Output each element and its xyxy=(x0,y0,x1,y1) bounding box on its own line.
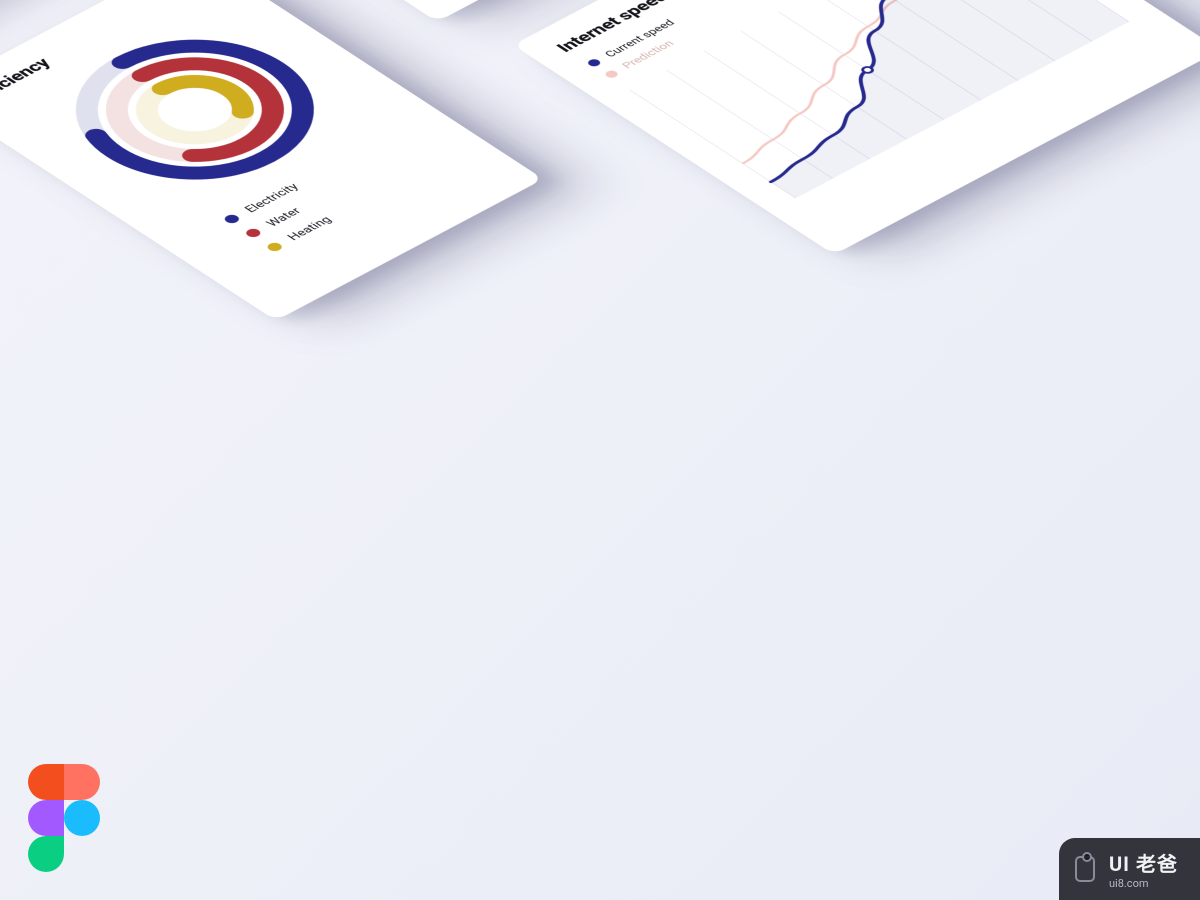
watermark-brand: UI 老爸 xyxy=(1109,848,1178,877)
legend-dot xyxy=(265,241,285,253)
legend-dot xyxy=(222,213,242,225)
watermark-sub: ui8.com xyxy=(1109,877,1178,890)
isometric-scene: ••• water usage JanFebMarAprMayJunJulAug… xyxy=(0,0,1200,826)
legend-dot xyxy=(603,69,620,79)
efficiency-rings-chart xyxy=(11,2,378,218)
card-efficiency: ••• Efficiency ElectricityWaterHeating xyxy=(0,0,543,321)
legend-dot xyxy=(586,58,603,68)
legend-label: Water xyxy=(263,205,304,228)
watermark: UI 老爸 ui8.com xyxy=(1059,838,1200,900)
card-internet-speed: ••• Internet speed Current speedPredicti… xyxy=(513,0,1200,255)
legend-item: Water xyxy=(242,132,443,240)
legend-item: Heating xyxy=(263,146,464,254)
figma-logo xyxy=(28,764,100,872)
legend-dot xyxy=(243,227,263,239)
tag-icon xyxy=(1075,856,1095,882)
